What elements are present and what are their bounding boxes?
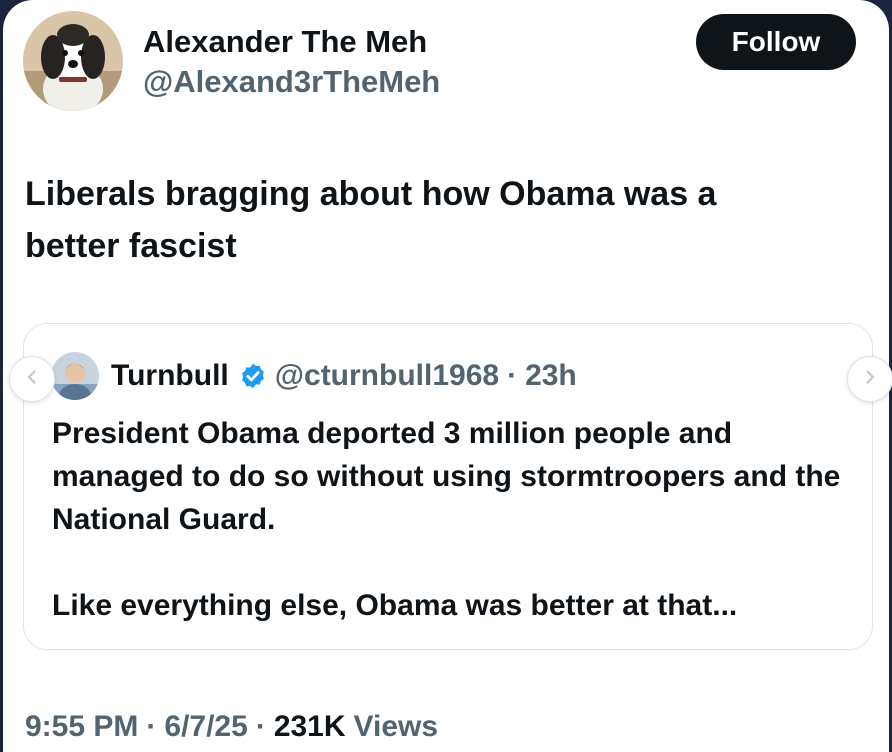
separator-dot: · xyxy=(146,710,157,743)
views-label: Views xyxy=(353,710,439,743)
carousel-prev-button[interactable] xyxy=(9,356,55,402)
quoted-tweet[interactable]: Turnbull @cturnbull1968 · 23h President … xyxy=(23,323,873,650)
carousel-next-button[interactable] xyxy=(847,356,892,402)
follow-button[interactable]: Follow xyxy=(696,14,856,70)
author-avatar[interactable] xyxy=(23,11,123,111)
quoted-text: President Obama deported 3 million peopl… xyxy=(52,412,852,627)
quoted-header: Turnbull @cturnbull1968 · 23h xyxy=(111,354,577,398)
tweet-card: Alexander The Meh @Alexand3rTheMeh Follo… xyxy=(3,0,892,752)
tweet-meta: 9:55 PM · 6/7/25 · 231K Views xyxy=(25,705,438,749)
tweet-date[interactable]: 6/7/25 xyxy=(164,710,247,744)
author-handle[interactable]: @Alexand3rTheMeh xyxy=(143,64,440,100)
tweet-text-line: Liberals bragging about how Obama was a xyxy=(25,175,717,213)
quoted-author-handle[interactable]: @cturnbull1968 xyxy=(275,359,499,393)
verified-badge-icon xyxy=(239,362,267,390)
tweet-text: Liberals bragging about how Obama was a … xyxy=(25,168,845,272)
quoted-timestamp[interactable]: 23h xyxy=(525,359,577,393)
views-count: 231K xyxy=(273,710,346,743)
separator-dot: · xyxy=(507,359,518,392)
quoted-author-avatar[interactable] xyxy=(51,352,99,400)
chevron-left-icon xyxy=(24,369,40,390)
quoted-author-name[interactable]: Turnbull xyxy=(111,359,229,393)
chevron-right-icon xyxy=(862,369,878,390)
tweet-text-line: better fascist xyxy=(25,227,237,265)
quoted-paragraph: President Obama deported 3 million peopl… xyxy=(52,417,841,536)
tweet-time[interactable]: 9:55 PM xyxy=(25,710,138,744)
author-name[interactable]: Alexander The Meh xyxy=(143,24,427,60)
separator-dot: · xyxy=(255,710,266,743)
quoted-paragraph: Like everything else, Obama was better a… xyxy=(52,589,738,622)
